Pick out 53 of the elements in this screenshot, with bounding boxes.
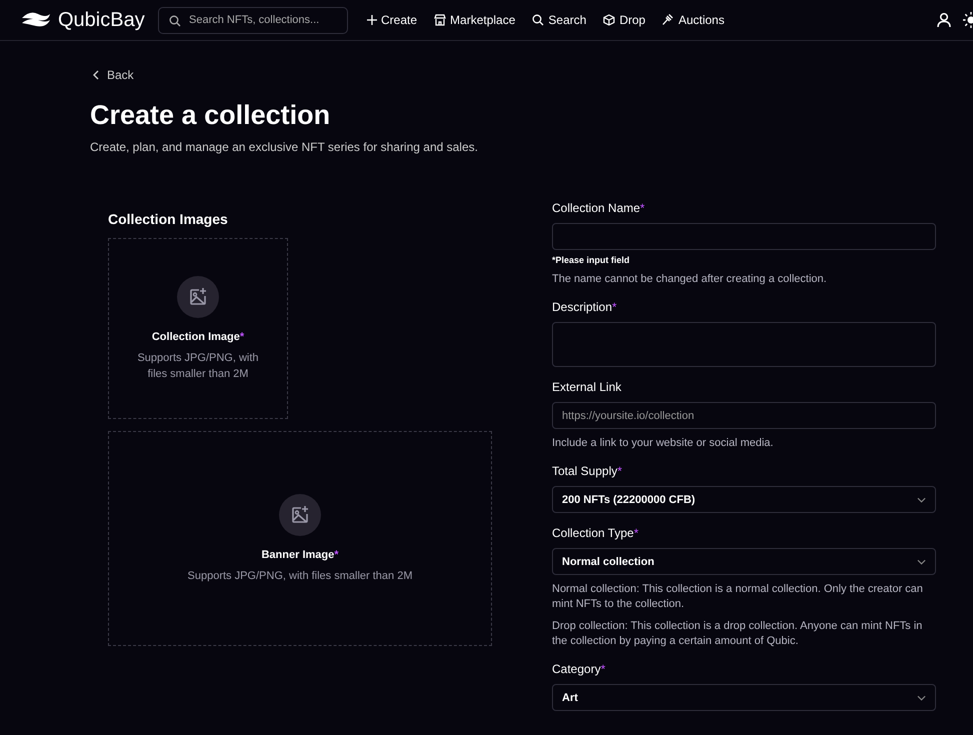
field-label: Total Supply [552,464,618,478]
select-field[interactable]: Normal collection [552,548,936,575]
nav-link[interactable]: Create [367,13,418,27]
select-field[interactable]: 200 NFTs (22200000 CFB) [552,486,936,513]
upload-hint: Supports JPG/PNG, with files smaller than 2M [136,350,260,382]
nav-link[interactable]: Search [532,13,586,27]
field-label: External Link [552,380,622,394]
required-mark: * [600,662,606,676]
text-field[interactable] [552,223,936,250]
chevron-down-icon [917,694,926,700]
field-label: Description [552,300,612,314]
search-icon [532,14,544,26]
required-mark: * [334,548,339,560]
field-label: Collection Type [552,526,634,540]
error-message: *Please input field [552,255,631,265]
required-mark: * [617,464,622,478]
cube-icon [603,14,616,26]
upload-area[interactable]: Banner Image* Supports JPG/PNG, with files smaller than 2M [108,431,492,646]
gavel-icon [662,14,674,26]
help-text: Drop collection: This collection is a drop collection. Anyone can mint NFTs in the collection by paying a certain amount of Qubic. [552,619,924,649]
upload-label: Collection Image [152,330,240,342]
search-icon [169,14,181,26]
nav-link[interactable]: Auctions [662,13,724,27]
field-label: Collection Name [552,201,640,215]
back-link[interactable]: Back [93,68,134,82]
chevron-left-icon [93,70,99,80]
required-mark: * [640,201,645,215]
field-label: Category [552,662,601,676]
nav-link[interactable]: Drop [603,13,646,27]
brand-name[interactable]: QubicBay [58,8,145,32]
page-title: Create a collection [90,100,332,131]
page-subtitle: Create, plan, and manage an exclusive NFT series for sharing and sales. [90,140,479,154]
section-heading: Collection Images [108,211,229,227]
add-image-icon [177,276,219,318]
user-icon[interactable] [937,12,951,28]
chevron-down-icon [917,496,926,502]
help-text: The name cannot be changed after creating a collection. [552,272,828,287]
help-text: Include a link to your website or social media. [552,436,774,451]
upload-hint: Supports JPG/PNG, with files smaller than 2M [186,568,414,584]
store-icon [434,14,446,26]
upload-area[interactable]: Collection Image* Supports JPG/PNG, with files smaller than 2M [108,238,288,419]
required-mark: * [612,300,617,314]
required-mark: * [634,526,638,540]
upload-label: Banner Image [261,548,334,560]
nav-link[interactable]: Marketplace [434,13,516,27]
required-mark: * [240,330,244,342]
add-image-icon [279,494,321,536]
search-field[interactable]: Search NFTs, collections... [158,6,348,34]
plus-icon [367,15,377,25]
select-field[interactable]: Art [552,684,936,711]
help-text: Normal collection: This collection is a normal collection. Only the creator can mint NFTs to the collection. [552,582,924,612]
text-field[interactable]: https://yoursite.io/collection [552,402,936,429]
chevron-down-icon [917,558,926,564]
